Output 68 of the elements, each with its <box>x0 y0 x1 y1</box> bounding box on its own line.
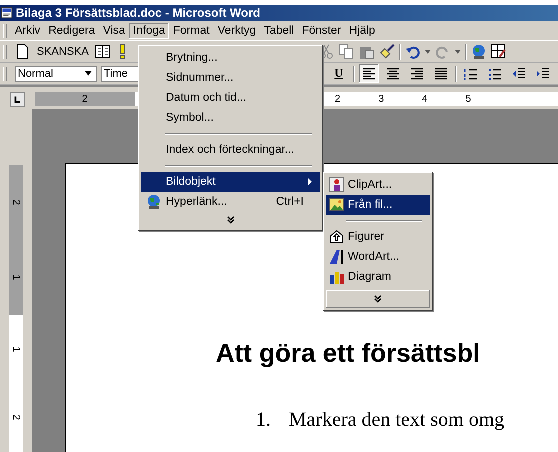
menu-item[interactable]: Från fil... <box>326 195 430 215</box>
menu-item[interactable]: ClipArt... <box>326 175 430 195</box>
menu-item[interactable]: Arkiv <box>11 22 45 38</box>
menu-item[interactable]: Index och förteckningar... <box>141 140 320 160</box>
left-tab-icon <box>13 94 22 104</box>
table-pencil-icon[interactable] <box>490 44 507 60</box>
dropdown-arrow-icon[interactable] <box>424 50 431 54</box>
menu-item[interactable]: Redigera <box>44 22 100 38</box>
underline-button[interactable]: U <box>329 64 349 83</box>
ruler-label: 5 <box>466 94 472 104</box>
menu-item[interactable]: Figurer <box>326 227 430 247</box>
menu-item[interactable]: Diagram <box>326 267 430 287</box>
text-lines-icon <box>410 66 424 80</box>
columns-icon[interactable] <box>94 44 111 60</box>
tab-stop-selector[interactable] <box>10 92 25 106</box>
list-number: 1. <box>256 409 271 432</box>
menu-item[interactable]: Symbol... <box>141 108 320 128</box>
ruler-label: 1 <box>10 274 22 280</box>
bar-chart-icon <box>329 269 345 285</box>
font-dropdown[interactable]: Time <box>101 66 141 82</box>
align-left-button[interactable] <box>359 64 379 83</box>
menu-item[interactable]: Hjälp <box>345 22 380 38</box>
text-lines-icon <box>434 66 448 80</box>
copy-icon[interactable] <box>338 44 355 60</box>
menu-item[interactable]: Visa <box>99 22 130 38</box>
dropdown-arrow-icon[interactable] <box>454 50 461 54</box>
document-heading: Att göra ett försättsbl <box>216 338 482 369</box>
image-icon <box>329 197 345 213</box>
chevron-down-icon <box>226 216 234 224</box>
bullet-list-icon <box>488 66 502 80</box>
menu-item[interactable]: Fönster <box>298 22 346 38</box>
menu-item[interactable]: Format <box>169 22 214 38</box>
toolbar-button[interactable]: SKANSKA <box>35 46 91 58</box>
document-icon <box>1 7 13 19</box>
ruler-label: 2 <box>82 94 88 104</box>
menu-item[interactable]: Verktyg <box>214 22 260 38</box>
chevron-down-icon <box>374 295 382 303</box>
brush-icon[interactable] <box>378 44 395 60</box>
ruler-label: 2 <box>335 94 341 104</box>
menu-item[interactable]: WordArt... <box>326 247 430 267</box>
menu-item[interactable]: Bildobjekt <box>141 172 320 192</box>
ruler-label: 3 <box>378 94 384 104</box>
menu-item[interactable]: Hyperlänk... Ctrl+I <box>141 192 320 212</box>
ruler-label: 4 <box>422 94 428 104</box>
text-lines-icon <box>386 66 400 80</box>
ruler-label: 2 <box>10 414 22 421</box>
new-document-icon[interactable] <box>15 44 31 60</box>
clipart-figure-icon <box>329 177 345 193</box>
indent-arrow-icon <box>536 66 550 80</box>
globe-icon <box>146 194 162 210</box>
window-title: Bilaga 3 Försättsblad.doc - Microsoft Word <box>16 6 260 20</box>
globe-icon[interactable] <box>470 44 487 60</box>
shapes-icon <box>329 229 345 245</box>
style-dropdown[interactable]: Normal <box>15 66 97 82</box>
numbered-list-icon <box>464 66 478 80</box>
text-lines-icon <box>362 66 376 80</box>
list-text: Markera den text som omg <box>289 409 504 432</box>
ruler-label: 2 <box>10 200 22 206</box>
indent-arrow-icon <box>512 66 526 80</box>
menu-item[interactable]: Datum och tid... <box>141 88 320 108</box>
menu-item[interactable]: Infoga <box>129 22 170 38</box>
menu-item[interactable]: Tabell <box>260 22 298 38</box>
ruler-label: 1 <box>10 346 22 352</box>
dropdown-arrow-icon <box>85 71 92 76</box>
menu-item[interactable]: Sidnummer... <box>141 68 320 88</box>
expand-menu-button[interactable] <box>326 290 430 308</box>
menu-item[interactable]: Brytning... <box>141 48 320 68</box>
slanted-a-icon <box>329 249 345 265</box>
